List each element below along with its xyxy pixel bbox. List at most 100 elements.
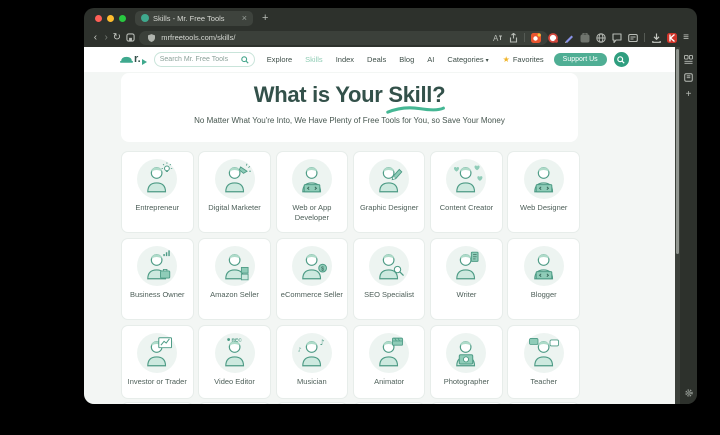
tab-close-icon[interactable]: × (242, 13, 247, 23)
navbar-search-button[interactable] (613, 52, 629, 67)
forward-icon[interactable]: › (101, 32, 112, 43)
skill-card-video-editor[interactable]: REC Video Editor (198, 325, 271, 399)
extension-globe-icon[interactable] (596, 32, 606, 43)
skill-card-amazon-seller[interactable]: Amazon Seller (198, 238, 271, 320)
skill-card-partial[interactable] (352, 402, 426, 404)
skill-card-investor-or-trader[interactable]: Investor or Trader (121, 325, 194, 399)
favorites-button[interactable]: ★ Favorites (503, 55, 544, 64)
browser-window: Skills - Mr. Free Tools × + ‹ › ↻ mrfree… (84, 8, 697, 404)
skill-card-label: Content Creator (439, 203, 494, 212)
extension-main-icon[interactable] (531, 32, 542, 43)
skill-card-label: Digital Marketer (208, 203, 261, 212)
skill-card-digital-marketer[interactable]: Digital Marketer (198, 151, 271, 233)
svg-text:♪: ♪ (320, 338, 325, 347)
close-window-button[interactable] (95, 14, 102, 22)
nav-link-explore[interactable]: Explore (267, 55, 292, 64)
skill-card-partial[interactable] (430, 402, 503, 404)
nav-link-blog[interactable]: Blog (399, 55, 414, 64)
search-icon (240, 55, 249, 64)
skill-card-partial[interactable] (507, 402, 580, 404)
skill-card-label: SEO Specialist (364, 290, 415, 299)
skill-card-partial[interactable] (275, 402, 349, 404)
svg-text:♪: ♪ (298, 347, 302, 354)
skill-card-ecommerce-seller[interactable]: $ eCommerce Seller (275, 238, 349, 320)
skill-card-graphic-designer[interactable]: Graphic Designer (352, 151, 426, 233)
search-input[interactable] (159, 56, 241, 63)
tab-groups-icon[interactable] (684, 54, 694, 64)
site-search-field[interactable] (153, 52, 255, 67)
menu-icon[interactable]: ≡ (683, 32, 689, 43)
skill-card-musician[interactable]: ♪ ♪ Musician (275, 325, 349, 399)
download-icon[interactable] (651, 33, 661, 43)
skill-card-content-creator[interactable]: Content Creator (430, 151, 503, 233)
panel-icon[interactable] (684, 72, 694, 82)
writer-icon (446, 246, 487, 286)
skill-card-partial[interactable] (198, 402, 271, 404)
extension-red-circle-icon[interactable] (548, 32, 559, 43)
teacher-icon (523, 333, 564, 373)
red-k-extension-icon[interactable] (667, 32, 678, 43)
musician-icon: ♪ ♪ (291, 333, 332, 373)
search-icon (617, 55, 625, 64)
nav-links: Explore Skills Index Deals Blog AI Categories ▾ (267, 55, 489, 64)
amazon-seller-icon (214, 246, 255, 286)
extension-chat-icon[interactable] (612, 32, 622, 43)
new-tab-button[interactable]: + (262, 12, 268, 24)
tab-skills[interactable]: Skills - Mr. Free Tools × (135, 10, 253, 26)
skill-card-partial[interactable] (121, 402, 194, 404)
skill-card-writer[interactable]: Writer (430, 238, 503, 320)
skill-card-web-designer[interactable]: Web Designer (507, 151, 580, 233)
skill-card-label: eCommerce Seller (280, 290, 343, 299)
web-or-app-developer-icon (291, 159, 332, 199)
skill-card-animator[interactable]: Animator (352, 325, 426, 399)
skill-card-label: Video Editor (214, 377, 255, 386)
share-icon[interactable] (508, 32, 518, 43)
site-favicon-icon (141, 14, 149, 22)
skill-card-label: Web or App Developer (292, 203, 332, 222)
skill-card-entrepreneur[interactable]: Entrepreneur (121, 151, 194, 233)
url-bar[interactable]: mrfreetools.com/skills/ A (139, 30, 549, 45)
skill-card-web-or-app-developer[interactable]: Web or App Developer (275, 151, 349, 233)
star-icon: ★ (502, 55, 510, 64)
back-icon[interactable]: ‹ (90, 32, 101, 43)
skill-card-seo-specialist[interactable]: SEO Specialist (352, 238, 426, 320)
skill-card-photographer[interactable]: Photographer (430, 325, 503, 399)
add-tab-icon[interactable]: + (686, 90, 692, 100)
nav-link-categories[interactable]: Categories ▾ (447, 55, 488, 64)
page-subtitle: No Matter What You're Into, We Have Plen… (194, 116, 505, 125)
skill-card-business-owner[interactable]: Business Owner (121, 238, 194, 320)
extension-dark-square-icon[interactable] (580, 32, 590, 43)
extension-card-icon[interactable] (628, 33, 639, 43)
nav-link-deals[interactable]: Deals (367, 55, 386, 64)
skills-grid: Entrepreneur Digital Marketer Web or App D… (121, 151, 580, 399)
skill-card-label: Amazon Seller (210, 290, 259, 299)
scrollbar-thumb[interactable] (676, 49, 679, 254)
site-logo[interactable]: r. (120, 54, 147, 65)
nav-link-index[interactable]: Index (336, 55, 354, 64)
chevron-down-icon: ▾ (485, 58, 489, 64)
seo-specialist-icon (369, 246, 410, 286)
reload-icon[interactable]: ↻ (112, 32, 123, 43)
shield-icon[interactable] (146, 33, 156, 43)
skill-card-label: Animator (374, 377, 405, 386)
browser-toolbar: ‹ › ↻ mrfreetools.com/skills/ A ≡ (84, 28, 697, 47)
skill-card-teacher[interactable]: Teacher (507, 325, 580, 399)
minimize-window-button[interactable] (107, 14, 114, 22)
entrepreneur-icon (137, 159, 178, 199)
pinned-extensions (548, 32, 639, 43)
favorites-label: Favorites (512, 55, 544, 64)
nav-link-ai[interactable]: AI (427, 55, 434, 64)
translate-icon[interactable]: A (492, 33, 503, 43)
zoom-window-button[interactable] (119, 14, 126, 22)
url-text: mrfreetools.com/skills/ (161, 33, 236, 42)
skill-card-label: Graphic Designer (359, 203, 419, 212)
extension-pen-icon[interactable] (564, 33, 574, 43)
nav-link-skills[interactable]: Skills (305, 55, 323, 64)
webpage: r. Explore Skills Index Deals Blog AI Categori… (84, 47, 675, 404)
graphic-designer-icon (369, 159, 410, 199)
skill-card-blogger[interactable]: Blogger (507, 238, 580, 320)
support-us-button[interactable]: Support Us (553, 53, 607, 66)
settings-gear-icon[interactable] (680, 388, 697, 398)
investor-or-trader-icon (137, 333, 178, 373)
bookmark-icon[interactable] (125, 33, 135, 43)
